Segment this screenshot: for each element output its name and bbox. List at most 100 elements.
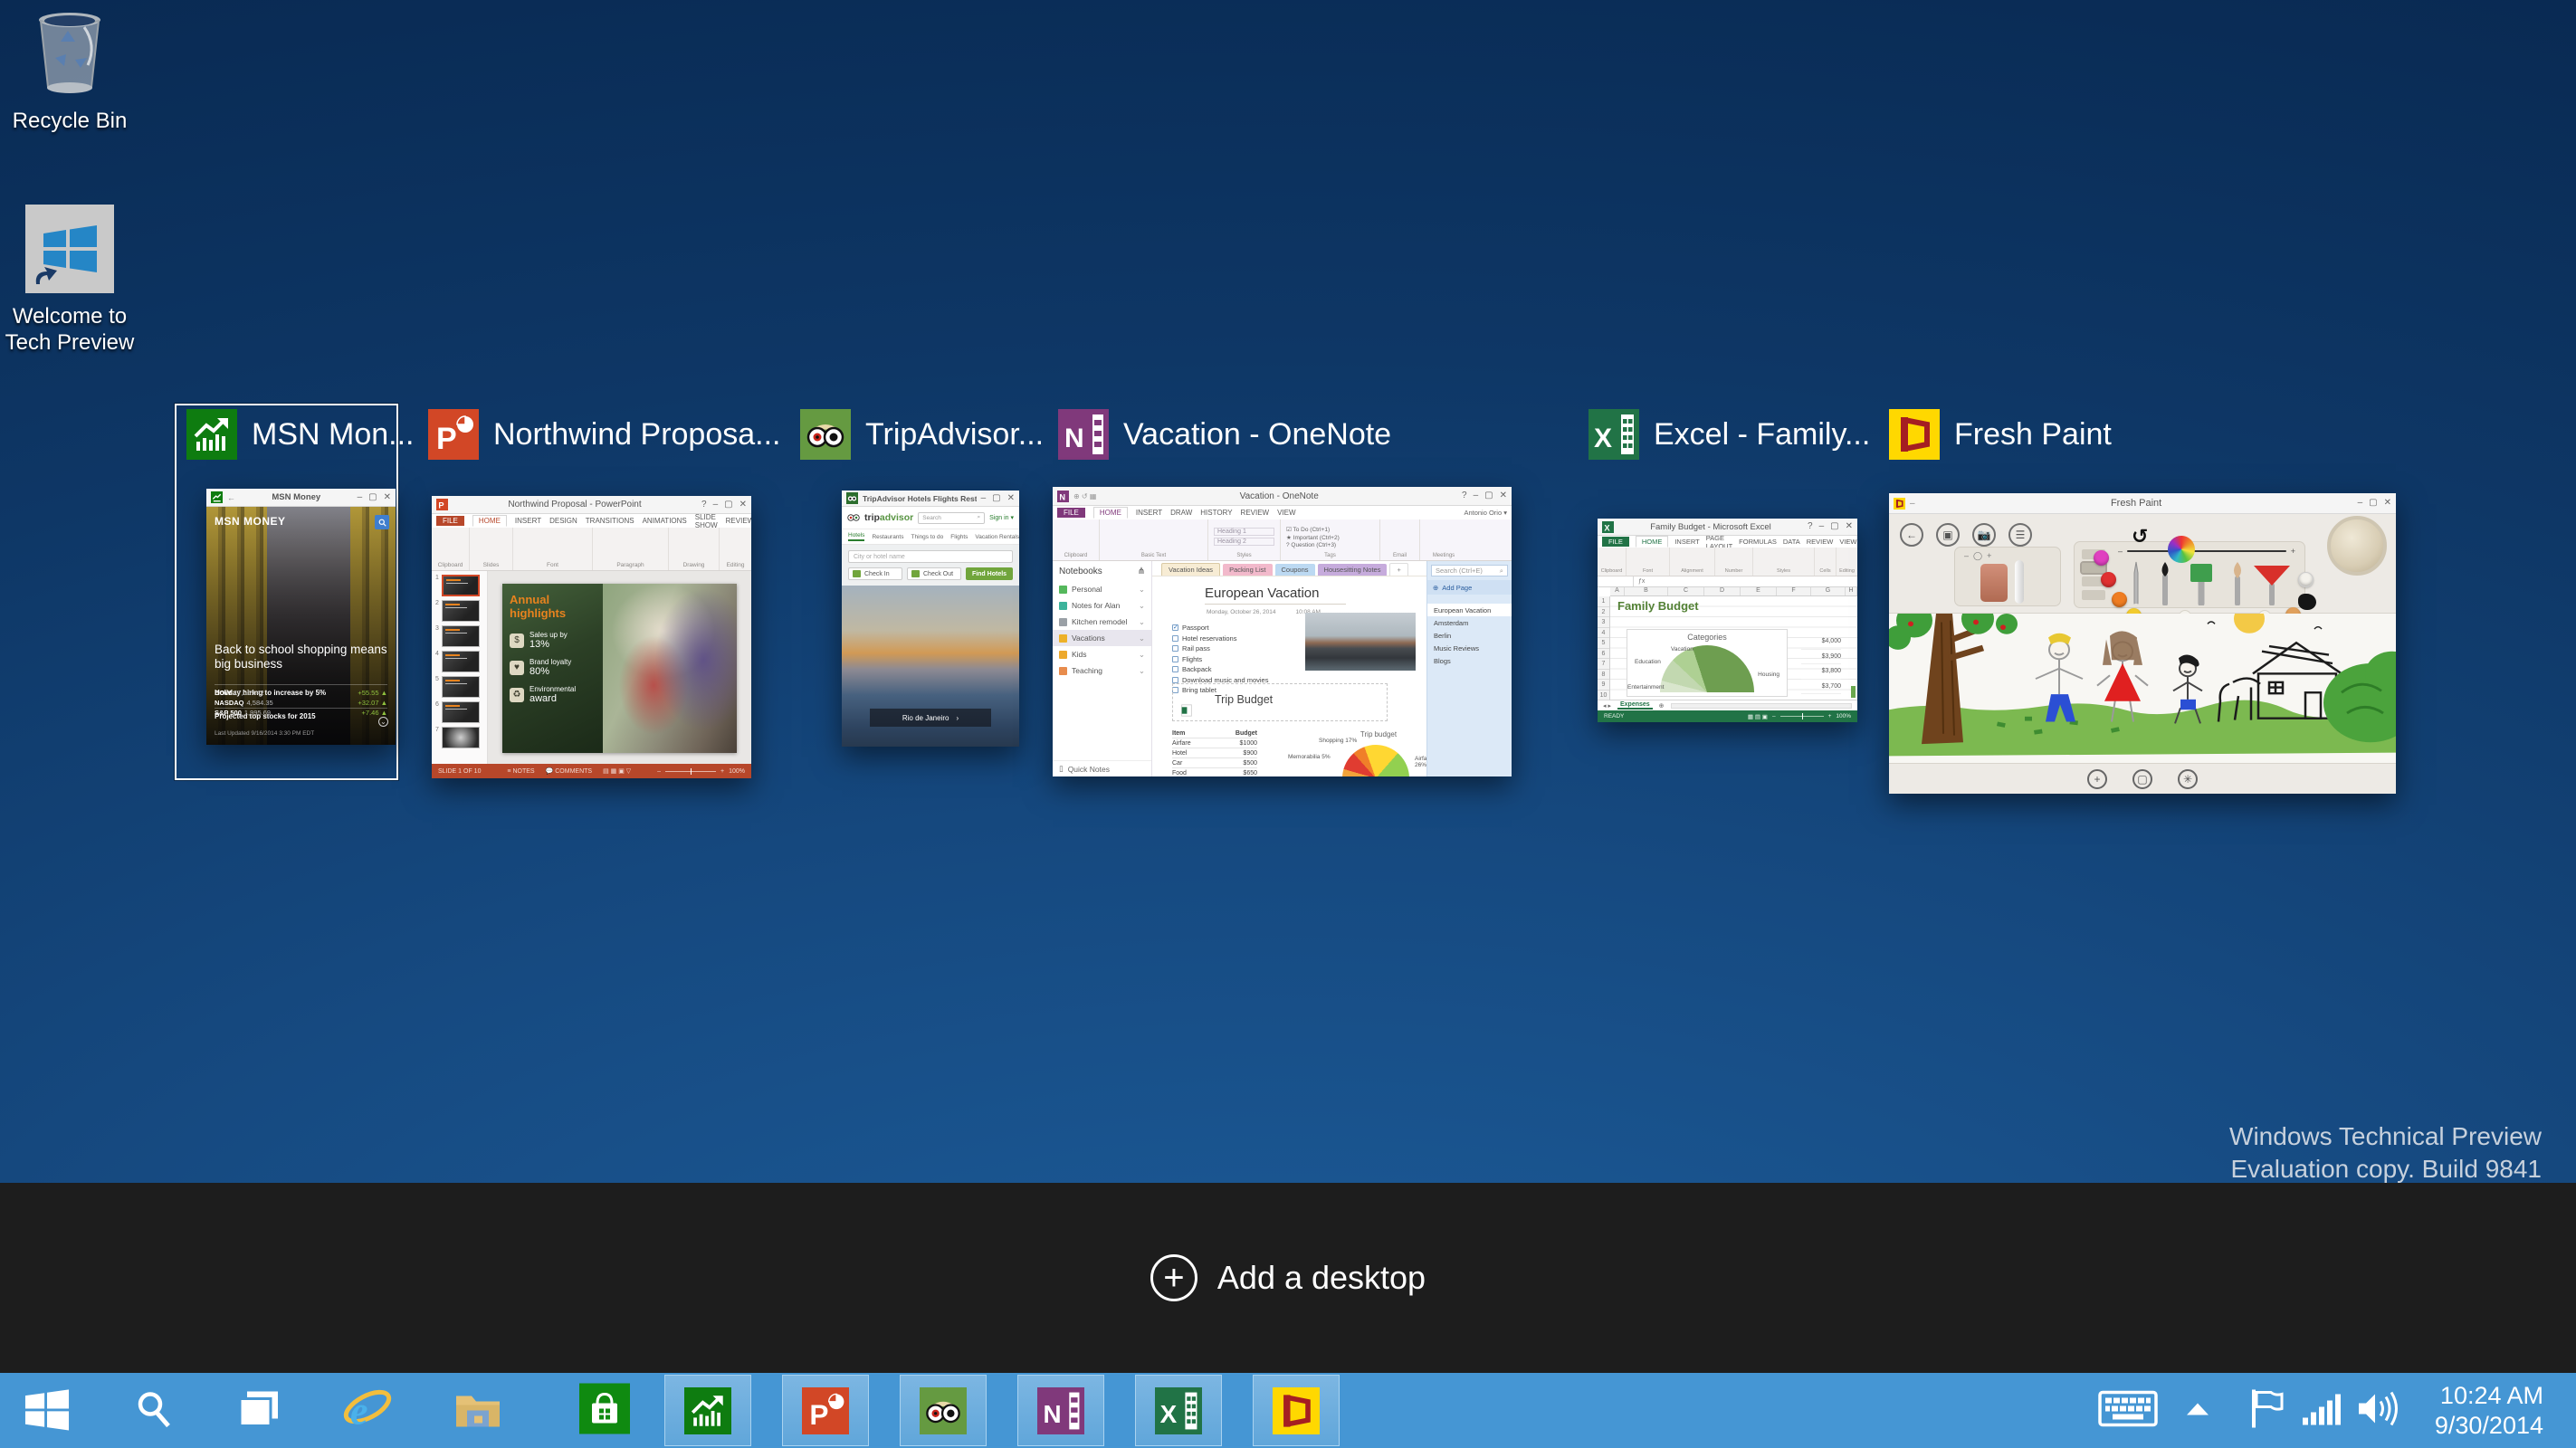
nav-restaurants: Restaurants — [872, 533, 904, 540]
excel-icon: X — [1155, 1386, 1202, 1434]
tripadvisor-mini-icon — [846, 492, 858, 504]
task-view-icon — [238, 1391, 278, 1427]
tile-header-powerpoint[interactable]: P Northwind Proposa... — [428, 409, 781, 460]
ta-search-box: Search ⌕ — [918, 511, 986, 524]
thumbnail-msn-money[interactable]: ← MSN Money – ▢ ✕ MSN MONEY Back to school… — [206, 489, 396, 745]
thumbnail-tripadvisor[interactable]: TripAdvisor Hotels Flights Restaurants –… — [842, 491, 1019, 747]
network-button[interactable] — [2301, 1390, 2342, 1431]
ppt-current-slide: Annual highlights $ Sales up by 13% ♥ Brand… — [502, 584, 737, 753]
fp-titlebar: – Fresh Paint – ▢ ✕ — [1889, 493, 2396, 514]
taskbar-msn-money[interactable] — [664, 1375, 751, 1446]
welcome-desktop-icon[interactable]: Welcome to Tech Preview — [2, 205, 138, 356]
ticker-change: +55.55 ▲ — [358, 689, 387, 697]
slide-thumb: 4 — [435, 651, 483, 672]
checkbox — [1172, 655, 1178, 662]
eraser-icon — [1980, 564, 2008, 602]
dollar-icon: $ — [510, 633, 524, 648]
thumbnail-excel[interactable]: X Family Budget - Microsoft Excel ? – ▢ ✕ F… — [1598, 519, 1857, 722]
chevron-up-icon — [2187, 1403, 2209, 1415]
ticker-value: 17,069.42 — [234, 689, 264, 697]
msn-more-icon: ⌄ — [378, 717, 388, 727]
globe-icon: ♻ — [510, 687, 524, 702]
search-icon — [378, 519, 386, 527]
msn-headline: Back to school shopping means big busine… — [215, 643, 387, 671]
title-cell: Family Budget — [1617, 599, 1699, 613]
view-icons: ▤ ▦ ▣ ▽ — [603, 768, 632, 775]
slide-text-panel: Annual highlights $ Sales up by 13% ♥ Brand… — [502, 584, 604, 753]
thumbnail-onenote[interactable]: N ⊕ ↺ ▦ Vacation - OneNote ? – ▢ ✕ FILE HOM… — [1053, 487, 1512, 776]
window-controls: ? – ▢ ✕ — [701, 499, 747, 510]
show-hidden-icons-button[interactable] — [2183, 1398, 2212, 1423]
add-desktop-bar[interactable]: + Add a desktop — [0, 1183, 2576, 1373]
tile-header-fresh-paint[interactable]: Fresh Paint — [1889, 409, 2112, 460]
tile-header-msn-money[interactable]: MSN Mon... — [186, 409, 414, 460]
tag-todo: ☑ To Do (Ctrl+1) — [1286, 526, 1331, 533]
keyboard-icon — [2098, 1390, 2158, 1426]
budget-title: Trip Budget — [1215, 693, 1274, 706]
taskbar-tripadvisor[interactable] — [900, 1375, 987, 1446]
page-tab: Housesitting Notes — [1317, 564, 1388, 576]
thumbnail-fresh-paint[interactable]: – Fresh Paint – ▢ ✕ ← ▣ 📷 ☰ – ◯ + – + ↺ … — [1889, 493, 2396, 794]
tile-header-excel[interactable]: X Excel - Family... — [1589, 409, 1870, 460]
on-notebooks-panel: Notebooks ⋔ Personal ⌄ Notes for Alan ⌄ Kit… — [1053, 561, 1152, 776]
store-button[interactable] — [579, 1383, 630, 1438]
powerpoint-icon: P — [428, 409, 479, 460]
back-arrow-icon: ← — [227, 492, 235, 502]
notebook-item: Personal ⌄ — [1053, 581, 1151, 597]
taskbar-powerpoint[interactable]: P — [782, 1375, 869, 1446]
chart-label: Entertainment — [1627, 684, 1665, 691]
ticker-row: DOW 17,069.42 +55.55 ▲ — [215, 688, 387, 698]
svg-text:e: e — [350, 1388, 368, 1433]
fp-canvas — [1889, 603, 2396, 763]
start-button[interactable] — [23, 1386, 72, 1435]
clock[interactable]: 10:24 AM 9/30/2014 — [2435, 1381, 2543, 1441]
window-controls: – ▢ ✕ — [980, 492, 1015, 503]
touch-keyboard-button[interactable] — [2098, 1388, 2158, 1433]
brush-size-slider: – + — [2118, 547, 2295, 556]
taskbar-fresh-paint[interactable] — [1253, 1375, 1340, 1446]
pin-icon: ⋔ — [1137, 566, 1145, 576]
checkbox — [1172, 645, 1178, 652]
flag-icon — [2252, 1389, 2284, 1427]
ribbon-group-label: Paragraph — [616, 562, 644, 568]
ticker-name: NASDAQ — [215, 699, 244, 707]
recycle-bin-desktop-icon[interactable]: Recycle Bin — [2, 11, 138, 134]
fp-toolbar: ← ▣ 📷 ☰ – ◯ + – + ↺ — [1889, 514, 2396, 656]
ribbon-group-label: Clipboard — [437, 562, 463, 568]
tripadvisor-icon — [920, 1386, 967, 1434]
page-title: European Vacation — [1205, 586, 1347, 605]
file-explorer-button[interactable] — [453, 1386, 503, 1434]
msn-money-mini-icon — [211, 491, 223, 503]
pie-label: Memorabilia 5% — [1288, 754, 1331, 760]
notebook-item: Teaching ⌄ — [1053, 662, 1151, 679]
add-page-button: ⊕ Add Page — [1427, 580, 1512, 595]
taskbar-excel[interactable]: X — [1135, 1375, 1222, 1446]
internet-explorer-button[interactable]: e — [341, 1384, 394, 1437]
tile-header-onenote[interactable]: N Vacation - OneNote — [1058, 409, 1391, 460]
search-button[interactable] — [132, 1387, 174, 1434]
svg-text:P: P — [436, 422, 457, 456]
svg-text:P: P — [809, 1397, 828, 1430]
notebook-item: Kids ⌄ — [1053, 646, 1151, 662]
tile-header-tripadvisor[interactable]: TripAdvisor... — [800, 409, 1044, 460]
task-view-button[interactable] — [236, 1387, 281, 1434]
taskbar-onenote[interactable]: N — [1017, 1375, 1104, 1446]
add-page-button: + — [2087, 768, 2107, 789]
quick-notes: ▯ Quick Notes — [1053, 760, 1151, 776]
volume-button[interactable] — [2355, 1389, 2399, 1432]
tile-title: Excel - Family... — [1654, 416, 1871, 452]
slide-bullet: ♥ Brand loyalty 80% — [510, 658, 596, 677]
fresh-paint-icon — [1889, 409, 1940, 460]
h-scrollbar — [1670, 702, 1852, 709]
nav-hotels: Hotels — [848, 532, 865, 541]
resize-button: ▢ — [2132, 768, 2152, 789]
msn-money-icon — [186, 409, 237, 460]
ribbon-group-label: Number — [1724, 568, 1743, 574]
thumbnail-powerpoint[interactable]: P Northwind Proposal - PowerPoint ? – ▢ ✕ F… — [432, 496, 751, 778]
on-tab: REVIEW — [1240, 509, 1270, 517]
ppt-slide-area: Annual highlights $ Sales up by 13% ♥ Brand… — [488, 571, 751, 764]
row-headers: 1 2 3 4 5 6 7 8 9 10 — [1598, 596, 1610, 700]
action-center-button[interactable] — [2248, 1387, 2286, 1434]
checkbox — [1172, 666, 1178, 672]
ppt-tab: SLIDE SHOW — [694, 512, 718, 529]
